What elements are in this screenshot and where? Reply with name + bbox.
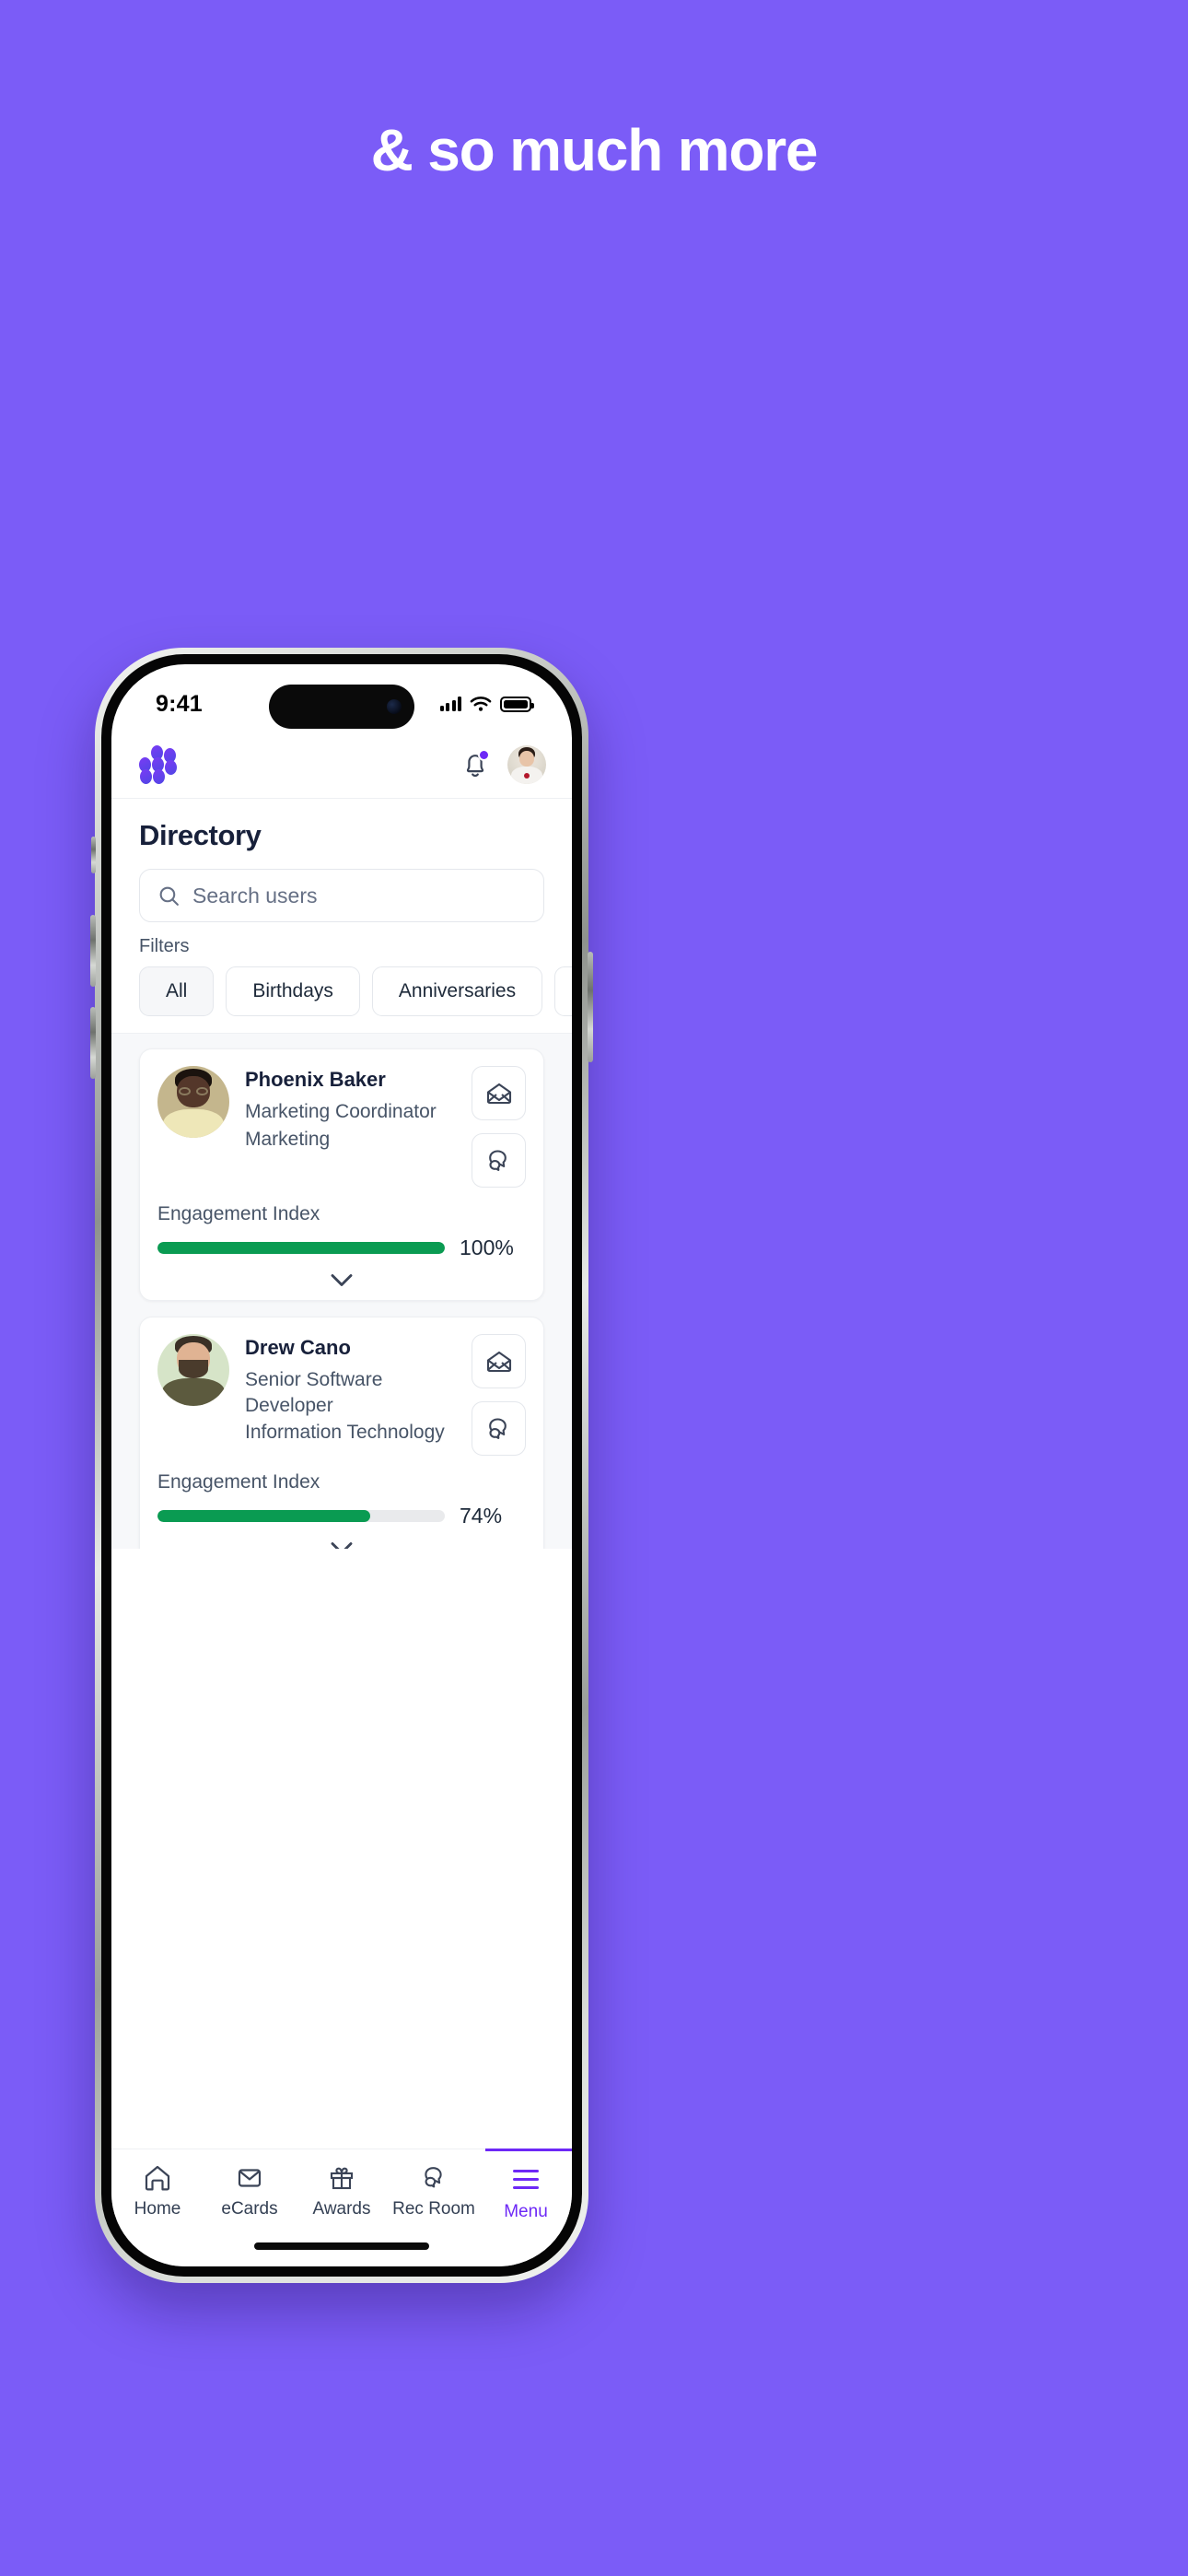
wifi-icon — [470, 697, 492, 711]
person-card[interactable]: Phoenix Baker Marketing Coordinator Mark… — [139, 1048, 544, 1301]
dynamic-island — [269, 685, 414, 729]
mute-switch[interactable] — [91, 837, 96, 873]
engagement-percent: 100% — [460, 1235, 514, 1259]
filters-next-button[interactable] — [554, 966, 572, 1016]
person-card[interactable]: Drew Cano Senior Software Developer Info… — [139, 1317, 544, 1549]
engagement-fill — [157, 1242, 445, 1254]
person-avatar — [157, 1334, 229, 1406]
person-card-top: Drew Cano Senior Software Developer Info… — [157, 1334, 526, 1456]
battery-full-icon — [500, 696, 534, 712]
send-ecard-button[interactable] — [472, 1334, 526, 1388]
promo-headline: & so much more — [370, 117, 819, 183]
status-bar-indicators — [439, 696, 534, 712]
person-name: Drew Cano — [245, 1336, 351, 1359]
engagement-fill — [157, 1510, 370, 1522]
status-bar-time: 9:41 — [156, 690, 203, 717]
notifications-button[interactable] — [461, 748, 490, 779]
phone-bezel: 9:41 Directory Search users Filters All … — [101, 654, 582, 2277]
person-department: Information Technology — [245, 1422, 445, 1444]
phone-screen: 9:41 Directory Search users Filters All … — [111, 664, 572, 2266]
envelope-icon — [486, 1351, 511, 1372]
tab-label: Rec Room — [392, 2199, 475, 2219]
app-logo[interactable] — [139, 744, 180, 784]
envelope-icon — [486, 1083, 511, 1104]
gift-icon — [330, 2167, 354, 2190]
engagement-track — [157, 1242, 445, 1254]
tab-rec-room[interactable]: Rec Room — [388, 2164, 480, 2219]
engagement-row: 100% — [157, 1235, 526, 1260]
volume-down-button[interactable] — [90, 1007, 96, 1079]
person-department: Marketing — [245, 1128, 331, 1150]
home-indicator — [254, 2242, 429, 2250]
power-button[interactable] — [588, 952, 593, 1062]
engagement-label: Engagement Index — [157, 1471, 320, 1493]
person-role: Marketing Coordinator — [245, 1101, 437, 1122]
bottom-tab-bar: Home eCards Awards Rec Room Menu — [111, 2149, 572, 2266]
filter-chips: All Birthdays Anniversaries — [139, 966, 572, 1016]
status-bar: 9:41 — [111, 664, 572, 731]
chevron-down-icon — [331, 1542, 353, 1549]
chat-bubbles-icon — [488, 1417, 507, 1439]
person-info: Phoenix Baker Marketing Coordinator Mark… — [245, 1066, 456, 1188]
people-list[interactable]: Phoenix Baker Marketing Coordinator Mark… — [111, 1033, 572, 1549]
promo-stage: & so much more 9:41 Directory Search use… — [0, 0, 1188, 2576]
tab-label: Home — [134, 2199, 181, 2219]
tab-label: eCards — [221, 2199, 278, 2219]
envelope-icon — [238, 2169, 262, 2187]
engagement-percent: 74% — [460, 1504, 503, 1528]
tab-home[interactable]: Home — [111, 2164, 204, 2219]
filter-chip-all[interactable]: All — [139, 966, 215, 1016]
person-actions — [472, 1334, 526, 1456]
app-header — [111, 731, 572, 799]
open-chat-button[interactable] — [472, 1133, 526, 1188]
directory-header: Directory Search users Filters All Birth… — [111, 799, 572, 1016]
chevron-down-icon — [331, 1274, 353, 1286]
person-role: Senior Software Developer — [245, 1369, 383, 1416]
cellular-signal-icon — [439, 697, 461, 711]
phone-frame: 9:41 Directory Search users Filters All … — [90, 648, 593, 2283]
hamburger-menu-icon — [513, 2164, 539, 2195]
open-chat-button[interactable] — [472, 1401, 526, 1456]
filters-label: Filters — [139, 936, 190, 956]
tab-label: Menu — [504, 2201, 548, 2221]
volume-up-button[interactable] — [90, 915, 96, 987]
tab-ecards[interactable]: eCards — [204, 2164, 296, 2219]
search-icon — [159, 886, 179, 906]
filter-chip-anniversaries[interactable]: Anniversaries — [371, 966, 543, 1016]
user-avatar[interactable] — [507, 744, 546, 784]
expand-person-button[interactable] — [157, 1528, 526, 1549]
person-card-top: Phoenix Baker Marketing Coordinator Mark… — [157, 1066, 526, 1188]
search-input[interactable]: Search users — [192, 884, 318, 908]
person-actions — [472, 1066, 526, 1188]
header-actions — [461, 744, 546, 784]
tab-awards[interactable]: Awards — [296, 2164, 388, 2219]
chat-bubbles-icon — [425, 2167, 442, 2188]
engagement-label: Engagement Index — [157, 1203, 320, 1224]
engagement-row: 74% — [157, 1504, 526, 1528]
notification-badge — [478, 748, 490, 761]
send-ecard-button[interactable] — [472, 1066, 526, 1120]
home-icon — [145, 2165, 170, 2191]
chat-bubbles-icon — [488, 1149, 507, 1171]
engagement-track — [157, 1510, 445, 1522]
page-title: Directory — [139, 819, 262, 851]
person-avatar — [157, 1066, 229, 1138]
tab-label: Awards — [312, 2199, 371, 2219]
search-bar[interactable]: Search users — [139, 869, 544, 922]
filter-chip-birthdays[interactable]: Birthdays — [226, 966, 360, 1016]
person-name: Phoenix Baker — [245, 1068, 386, 1091]
person-info: Drew Cano Senior Software Developer Info… — [245, 1334, 456, 1456]
expand-person-button[interactable] — [157, 1260, 526, 1293]
tab-menu[interactable]: Menu — [480, 2149, 572, 2222]
